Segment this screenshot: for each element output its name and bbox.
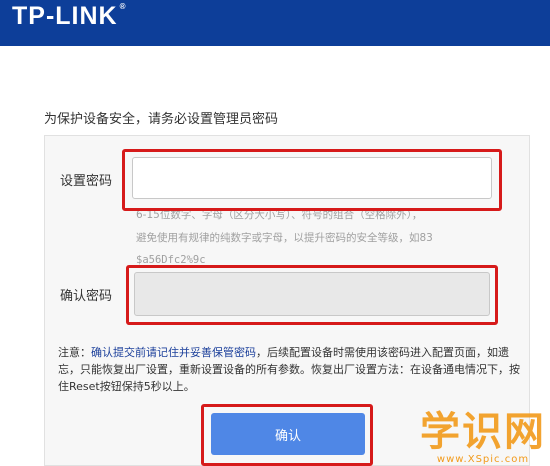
- tp-link-logo: TP-LINK ®: [12, 2, 127, 31]
- password-label: 设置密码: [60, 174, 113, 189]
- watermark-url: www.XSpic.com: [436, 454, 530, 465]
- annotation-box-button: [201, 404, 373, 466]
- site-watermark: 学识网 www.XSpic.com: [420, 410, 546, 465]
- top-header: TP-LINK ®: [0, 0, 550, 46]
- logo-text: TP-LINK: [12, 2, 118, 30]
- password-hint-line-2: 避免使用有规律的纯数字或字母，以提升密码的安全等级，如83: [136, 232, 433, 244]
- logo-registered-mark: ®: [119, 2, 127, 11]
- confirm-password-label: 确认密码: [60, 289, 113, 304]
- watermark-title: 学识网: [420, 409, 546, 455]
- notice-highlight: 确认提交前请记住并妥善保管密码: [91, 346, 256, 359]
- annotation-box-confirm: [126, 265, 498, 325]
- notice-prefix: 注意：: [58, 346, 91, 359]
- notice-text: 注意：确认提交前请记住并妥善保管密码，后续配置设备时需使用该密码进入配置页面，如…: [58, 344, 520, 395]
- intro-text: 为保护设备安全，请务必设置管理员密码: [44, 112, 279, 127]
- annotation-box-password: [122, 149, 502, 211]
